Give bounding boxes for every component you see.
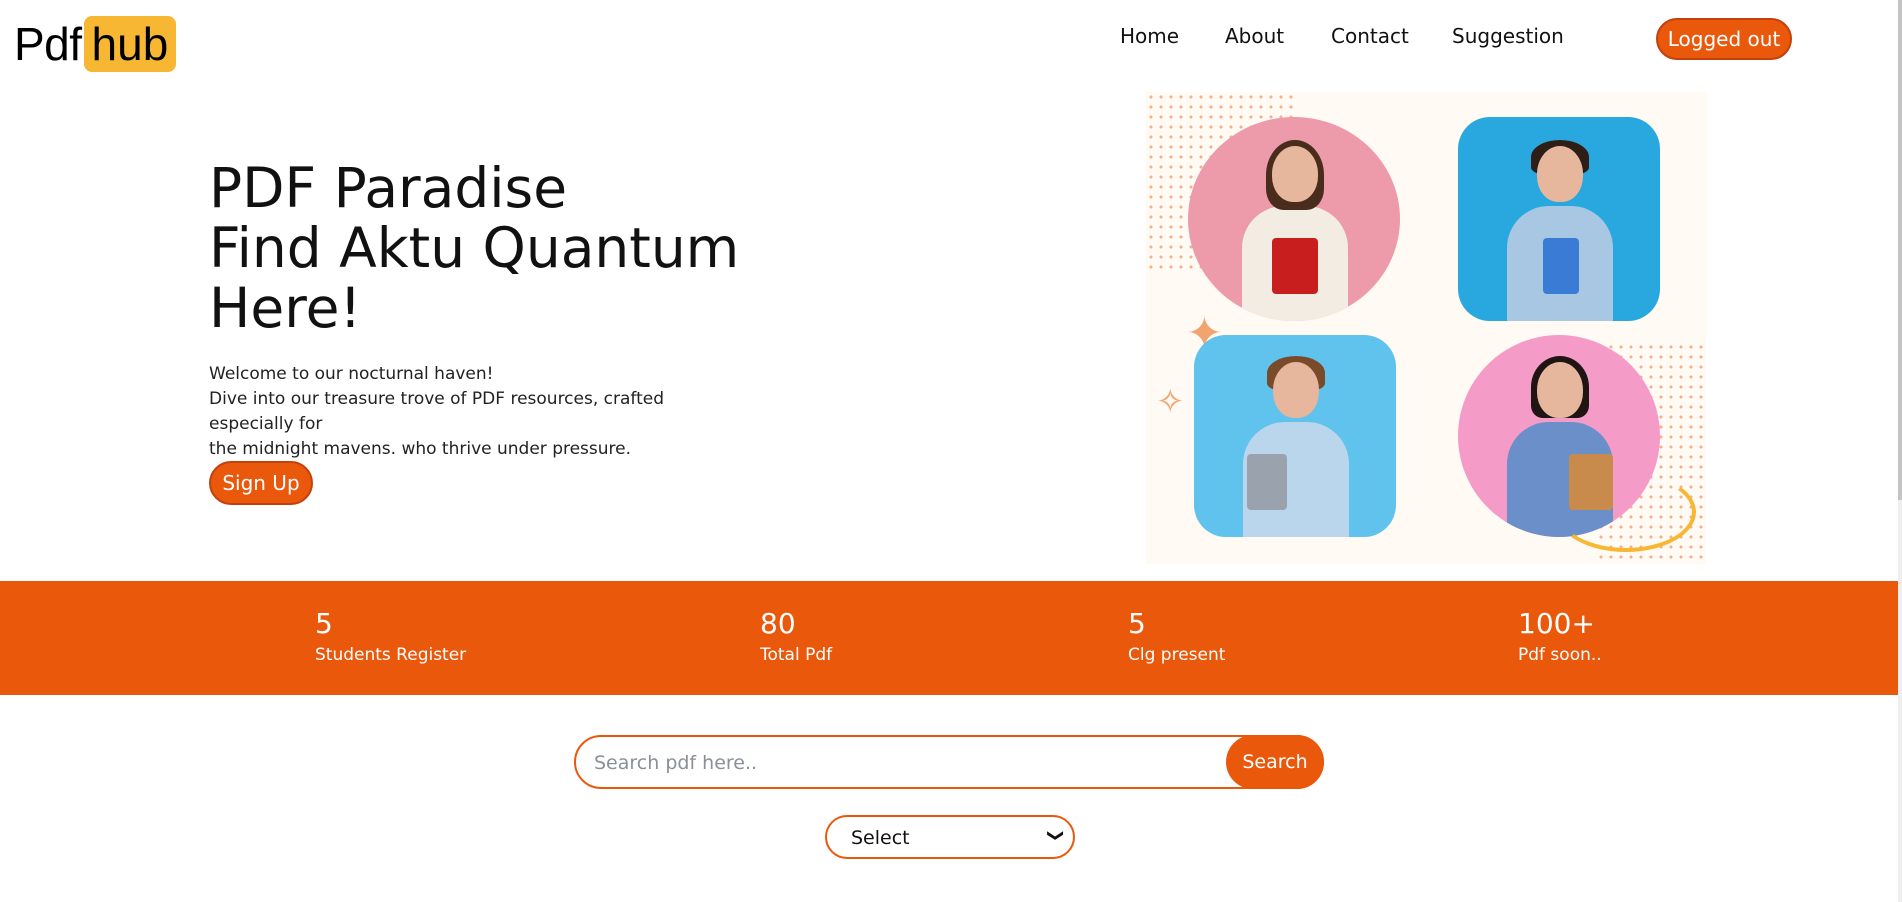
student-photo-2	[1458, 117, 1660, 321]
hero-title-line: Find Aktu Quantum	[209, 216, 740, 280]
page-scrollbar[interactable]	[1898, 0, 1902, 902]
hero-title-line: PDF Paradise	[209, 156, 568, 220]
logo-text-hub: hub	[83, 16, 177, 72]
hero-title: PDF Paradise Find Aktu Quantum Here!	[209, 158, 739, 338]
stats-band: 5 Students Register 80 Total Pdf 5 Clg p…	[0, 581, 1898, 695]
search-button[interactable]: Search	[1226, 735, 1324, 789]
hero-desc-line: Dive into our treasure trove of PDF reso…	[209, 389, 665, 434]
student-photo-1	[1188, 117, 1400, 321]
stat-pdf-soon: 100+ Pdf soon..	[1518, 607, 1602, 667]
stat-value: 80	[760, 607, 796, 640]
site-logo[interactable]: Pdf hub	[14, 16, 177, 72]
logout-button[interactable]: Logged out	[1656, 18, 1792, 60]
stat-students-register: 5 Students Register	[315, 607, 466, 667]
arrow-swirl-decoration	[1556, 472, 1696, 552]
nav-about-link[interactable]: About	[1225, 24, 1284, 48]
hero-description: Welcome to our nocturnal haven! Dive int…	[209, 362, 749, 462]
hero-title-line: Here!	[209, 276, 362, 340]
stat-total-pdf: 80 Total Pdf	[760, 607, 832, 667]
stat-label: Students Register	[315, 645, 467, 665]
hero-students-image: ✦ ✧	[1146, 92, 1706, 564]
nav-home-link[interactable]: Home	[1120, 24, 1179, 48]
logo-text-pdf: Pdf	[14, 18, 82, 70]
category-select[interactable]: Select ❯	[825, 815, 1075, 859]
stat-label: Clg present	[1128, 645, 1226, 665]
hero-desc-line: the midnight mavens. who thrive under pr…	[209, 439, 632, 459]
signup-button[interactable]: Sign Up	[209, 461, 313, 505]
stat-label: Total Pdf	[760, 645, 833, 665]
sparkle-icon: ✧	[1156, 382, 1185, 422]
stat-clg-present: 5 Clg present	[1128, 607, 1225, 667]
stat-label: Pdf soon..	[1518, 645, 1602, 665]
nav-contact-link[interactable]: Contact	[1331, 24, 1409, 48]
select-value: Select	[851, 827, 910, 849]
nav-suggestion-link[interactable]: Suggestion	[1452, 24, 1564, 48]
scrollbar-thumb[interactable]	[1898, 0, 1902, 500]
search-input[interactable]	[594, 747, 1194, 779]
chevron-down-icon: ❯	[1046, 828, 1066, 843]
stat-value: 5	[315, 607, 333, 640]
stat-value: 100+	[1518, 607, 1595, 640]
stat-value: 5	[1128, 607, 1146, 640]
hero-desc-line: Welcome to our nocturnal haven!	[209, 364, 494, 384]
search-bar	[574, 735, 1324, 789]
student-photo-3	[1194, 335, 1396, 537]
